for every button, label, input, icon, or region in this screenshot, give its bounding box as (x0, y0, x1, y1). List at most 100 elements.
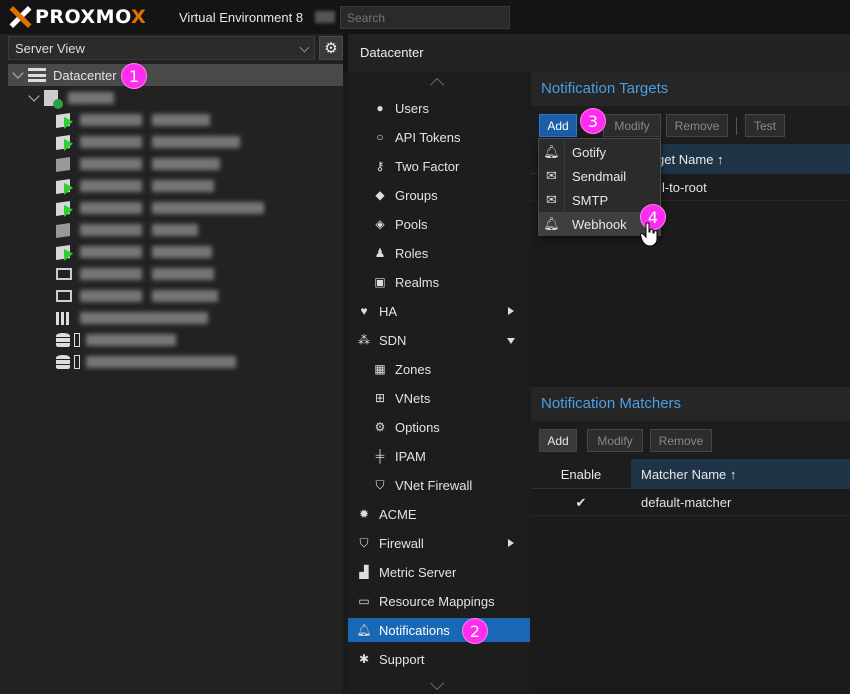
tree-item-vm[interactable] (56, 197, 274, 219)
matchers-grid: ✔ default-matcher (531, 490, 850, 694)
bell-icon: 🔔︎ (356, 623, 372, 637)
table-row[interactable]: ✔ default-matcher (531, 490, 850, 516)
view-selector-label: Server View (15, 40, 85, 56)
search-input[interactable] (340, 6, 510, 29)
menu-item-firewall[interactable]: ⛉ Firewall (348, 531, 530, 555)
tree-item-vm[interactable] (56, 153, 230, 175)
matchers-panel-title: Notification Matchers (531, 387, 850, 421)
redacted-vmid (80, 114, 142, 126)
matchers-modify-button[interactable]: Modify (587, 429, 643, 452)
container-running-icon (56, 200, 70, 216)
bar-chart-icon: ▟ (359, 565, 369, 579)
heartbeat-icon: ♥ (360, 304, 368, 318)
menu-item-ha[interactable]: ♥ HA (348, 299, 530, 323)
targets-test-button[interactable]: Test (745, 114, 785, 137)
menu-item-label: Gotify (572, 144, 606, 160)
tree-item-datacenter[interactable]: Datacenter (12, 64, 117, 86)
menu-item-vnets[interactable]: ⊞ VNets (348, 386, 530, 410)
menu-item-pools[interactable]: ◈ Pools (348, 212, 530, 236)
tree-item-storage[interactable] (56, 329, 186, 351)
tree-item-storage[interactable] (56, 351, 246, 373)
matchers-add-button[interactable]: Add (539, 429, 577, 452)
menu-item-support[interactable]: ✱ Support (348, 647, 530, 671)
matchers-remove-button[interactable]: Remove (650, 429, 712, 452)
menu-item-notifications[interactable]: 🔔︎ Notifications (348, 618, 530, 642)
menu-item-gotify[interactable]: 🔔︎ Gotify (539, 140, 660, 164)
menu-item-api-tokens[interactable]: ○ API Tokens (348, 125, 530, 149)
step-badge-1: 1 (121, 63, 147, 89)
scroll-up-icon[interactable] (429, 77, 445, 93)
menu-item-sdn[interactable]: ⁂ SDN (348, 328, 530, 352)
menu-item-ipam[interactable]: ╪ IPAM (348, 444, 530, 468)
gear-icon: ⚙ (324, 40, 338, 57)
toolbar-separator (736, 117, 737, 135)
content-header: Datacenter (343, 34, 850, 72)
tree-item-vm[interactable] (56, 131, 250, 153)
redacted-name (80, 312, 208, 324)
scroll-down-icon[interactable] (429, 675, 445, 691)
enabled-check-icon: ✔ (575, 494, 587, 510)
menu-item-zones[interactable]: ▦ Zones (348, 357, 530, 381)
expand-caret-icon[interactable] (28, 90, 40, 102)
redacted-name (86, 356, 236, 368)
targets-panel-title: Notification Targets (531, 72, 850, 106)
matchers-toolbar: Add Modify Remove (531, 421, 850, 457)
vm-monitor-icon (56, 268, 72, 280)
redacted-name (86, 334, 176, 346)
bell-icon: 🔔︎ (539, 212, 565, 236)
menu-item-realms[interactable]: ▣ Realms (348, 270, 530, 294)
menu-item-label: VNet Firewall (395, 477, 473, 493)
menu-item-two-factor[interactable]: ⚷ Two Factor (348, 154, 530, 178)
tree-item-vm[interactable] (56, 285, 228, 307)
column-enable[interactable]: Enable (531, 459, 631, 489)
menu-item-sendmail[interactable]: ✉ Sendmail (539, 164, 660, 188)
redacted-vmid (80, 180, 142, 192)
menu-item-label: Support (379, 651, 425, 667)
tree-item-node[interactable] (28, 87, 124, 109)
redacted-vmname (152, 246, 212, 258)
menu-item-acme[interactable]: ✹ ACME (348, 502, 530, 526)
document-icon (74, 333, 80, 347)
menu-item-label: Groups (395, 187, 438, 203)
male-icon: ♟ (374, 246, 386, 260)
menu-item-label: Realms (395, 274, 440, 290)
menu-item-users[interactable]: ● Users (348, 96, 530, 120)
user-icon: ● (376, 101, 384, 115)
tree-item-sdn[interactable] (56, 307, 218, 329)
view-selector[interactable]: Server View (8, 36, 315, 60)
column-matcher-name[interactable]: Matcher Name ↑ (631, 459, 850, 489)
menu-item-resource-mappings[interactable]: ▭ Resource Mappings (348, 589, 530, 613)
menu-item-roles[interactable]: ♟ Roles (348, 241, 530, 265)
column-target-name[interactable]: Target Name ↑ (631, 144, 850, 174)
menu-item-label: Webhook (572, 216, 627, 232)
certificate-icon: ✹ (358, 507, 370, 521)
menu-item-vnet-firewall[interactable]: ⛉ VNet Firewall (348, 473, 530, 497)
node-online-icon (44, 90, 63, 109)
menu-item-label: Users (395, 100, 429, 116)
folder-icon: ▭ (358, 594, 370, 608)
gear-icon: ⚙ (374, 420, 386, 434)
redacted-vmid (80, 136, 142, 148)
menu-item-options[interactable]: ⚙ Options (348, 415, 530, 439)
document-icon (74, 355, 80, 369)
targets-modify-button[interactable]: Modify (603, 114, 661, 137)
th-icon: ▦ (374, 362, 386, 376)
container-running-icon (56, 112, 70, 128)
tree-item-vm[interactable] (56, 241, 222, 263)
menu-item-label: Two Factor (395, 158, 460, 174)
resource-tree-panel: Server View ⚙ Datacenter (0, 34, 343, 694)
menu-item-label: Pools (395, 216, 428, 232)
tree-item-vm[interactable] (56, 175, 224, 197)
targets-remove-button[interactable]: Remove (666, 114, 728, 137)
tree-item-vm[interactable] (56, 263, 224, 285)
tree-item-vm[interactable] (56, 109, 220, 131)
redacted-vmid (80, 224, 142, 236)
top-bar: PROXMOX Virtual Environment 8 (0, 0, 850, 34)
tree-item-vm[interactable] (56, 219, 208, 241)
redacted-vmid (80, 290, 142, 302)
targets-add-button[interactable]: Add (539, 114, 577, 137)
menu-item-metric-server[interactable]: ▟ Metric Server (348, 560, 530, 584)
menu-item-groups[interactable]: ◆ Groups (348, 183, 530, 207)
expand-caret-icon[interactable] (12, 67, 24, 79)
tree-settings-button[interactable]: ⚙ (319, 36, 343, 60)
